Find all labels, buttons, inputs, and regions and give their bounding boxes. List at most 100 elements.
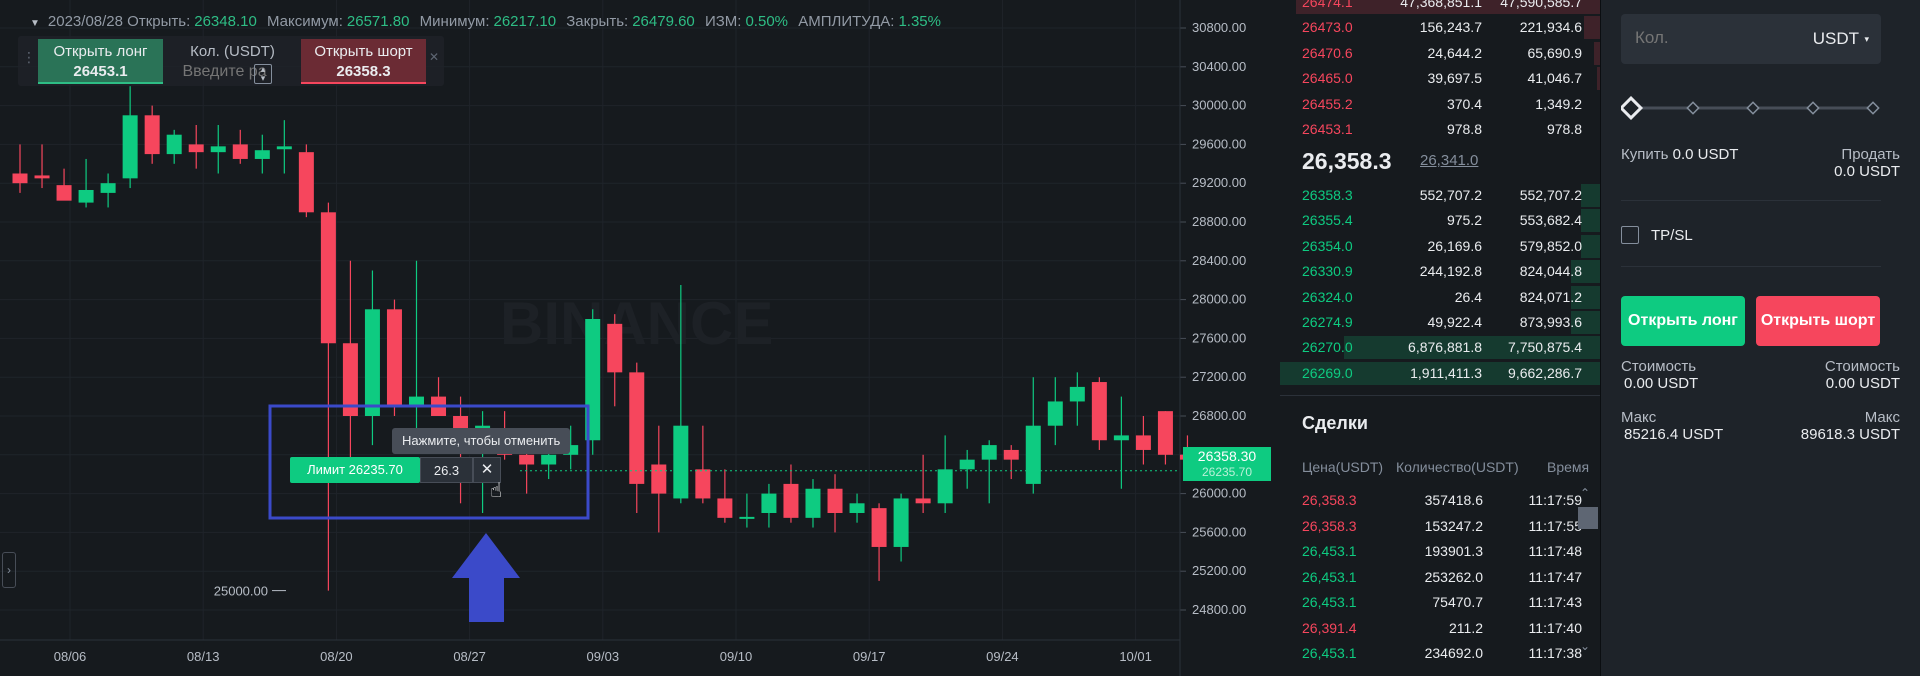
quick-open-long-button[interactable]: Открыть лонг 26453.1 <box>38 39 163 84</box>
ask-total: 47,590,585.7 <box>1500 0 1582 10</box>
candle-body[interactable] <box>717 498 733 518</box>
y-tick-label: 24800.00 <box>1192 602 1246 617</box>
scroll-up-icon[interactable]: ⌃ <box>1580 486 1590 500</box>
candle-body[interactable] <box>254 150 270 159</box>
ask-row[interactable]: 26455.2 370.4 1,349.2 <box>1280 92 1600 117</box>
candle-body[interactable] <box>937 469 953 504</box>
bid-row[interactable]: 26354.0 26,169.6 579,852.0 <box>1280 234 1600 259</box>
stepper-icon[interactable]: ▴ ▾ <box>254 64 272 84</box>
candle-body[interactable] <box>541 454 557 465</box>
candle-body[interactable] <box>695 469 711 499</box>
bid-row[interactable]: 26274.9 49,922.4 873,993.6 <box>1280 310 1600 335</box>
candle-body[interactable] <box>34 175 50 179</box>
candle-body[interactable] <box>144 115 160 155</box>
slider-step-25[interactable] <box>1686 101 1700 115</box>
ask-amount: 370.4 <box>1446 95 1482 112</box>
candle-body[interactable] <box>761 493 777 513</box>
candle-body[interactable] <box>1091 382 1107 441</box>
open-short-button[interactable]: Открыть шорт <box>1756 296 1880 346</box>
candle-body[interactable] <box>364 309 380 416</box>
leverage-slider[interactable] <box>1621 96 1881 120</box>
trade-qty: 75470.7 <box>1432 594 1483 610</box>
expand-sidebar-icon[interactable]: › <box>2 552 16 588</box>
bid-row[interactable]: 26324.0 26.4 824,071.2 <box>1280 285 1600 310</box>
quantity-input[interactable] <box>1635 28 1785 48</box>
slider-step-100[interactable] <box>1866 101 1880 115</box>
bid-row[interactable]: 26358.3 552,707.2 552,707.2 <box>1280 183 1600 208</box>
slider-handle[interactable] <box>1621 96 1644 120</box>
candle-body[interactable] <box>100 183 116 193</box>
ask-row[interactable]: 26470.6 24,644.2 65,690.9 <box>1280 41 1600 66</box>
candle-body[interactable] <box>1025 425 1041 484</box>
candle-body[interactable] <box>298 152 314 213</box>
bid-row[interactable]: 26270.0 6,876,881.8 7,750,875.4 <box>1280 335 1600 360</box>
mark-price[interactable]: 26,341.0 <box>1420 152 1478 169</box>
candle-body[interactable] <box>519 454 535 465</box>
slider-step-75[interactable] <box>1806 101 1820 115</box>
bid-price: 26269.0 <box>1302 364 1353 381</box>
recent-trades: Сделки Цена(USDT) Количество(USDT) Время… <box>1280 395 1600 676</box>
candlestick-chart[interactable]: 30800.00 30400.00 30000.00 29600.00 29200.00… <box>0 0 1280 676</box>
candle-body[interactable] <box>1003 449 1019 460</box>
candle-body[interactable] <box>166 134 182 155</box>
bid-row[interactable]: 26355.4 975.2 553,682.4 <box>1280 208 1600 233</box>
scrollbar-thumb[interactable] <box>1578 507 1598 529</box>
ask-row[interactable]: 26474.1 47,368,851.1 47,590,585.7 <box>1280 0 1600 15</box>
candle-body[interactable] <box>959 459 975 470</box>
candle-body[interactable] <box>320 212 336 344</box>
candle-body[interactable] <box>871 508 887 547</box>
candle-body[interactable] <box>827 488 843 513</box>
candle-body[interactable] <box>386 309 402 407</box>
chart-panel[interactable]: 30800.00 30400.00 30000.00 29600.00 29200.00… <box>0 0 1280 676</box>
candle-body[interactable] <box>915 498 931 504</box>
candle-body[interactable] <box>739 516 755 519</box>
candle-body[interactable] <box>56 185 72 201</box>
x-tick-label: 08/27 <box>453 649 486 664</box>
candle-body[interactable] <box>849 503 865 513</box>
candle-body[interactable] <box>673 425 689 499</box>
ask-row[interactable]: 26465.0 39,697.5 41,046.7 <box>1280 66 1600 91</box>
candle-body[interactable] <box>210 146 226 153</box>
candle-body[interactable] <box>1157 411 1173 455</box>
scroll-down-icon[interactable]: ⌄ <box>1580 639 1590 653</box>
candle-body[interactable] <box>12 173 28 184</box>
ask-row[interactable]: 26453.1 978.8 978.8 <box>1280 117 1600 142</box>
bid-total: 579,852.0 <box>1519 237 1582 254</box>
quantity-unit-select[interactable]: USDT <box>1813 29 1859 49</box>
candle-body[interactable] <box>188 144 204 153</box>
ask-row[interactable]: 26473.0 156,243.7 221,934.6 <box>1280 15 1600 40</box>
y-tick-label: 26000.00 <box>1192 486 1246 501</box>
candle-body[interactable] <box>1047 401 1063 426</box>
candle-body[interactable] <box>607 323 623 373</box>
limit-order-qty[interactable]: 26.3 <box>420 457 473 483</box>
y-tick-label: 28800.00 <box>1192 214 1246 229</box>
limit-order-tag[interactable]: Лимит 26235.70 <box>290 457 420 483</box>
candle-body[interactable] <box>1135 435 1151 450</box>
tpsl-checkbox[interactable] <box>1621 226 1639 244</box>
candle-body[interactable] <box>893 498 909 547</box>
quick-open-short-button[interactable]: Открыть шорт 26358.3 <box>301 39 426 84</box>
candle-body[interactable] <box>276 146 292 150</box>
quantity-field[interactable]: USDT ▾ <box>1621 14 1881 64</box>
chevron-down-icon[interactable]: ▾ <box>1864 34 1869 45</box>
tpsl-label[interactable]: TP/SL <box>1651 227 1693 244</box>
candle-body[interactable] <box>805 488 821 518</box>
candle-body[interactable] <box>1069 386 1085 402</box>
collapse-triangle-icon[interactable]: ▼ <box>30 18 40 29</box>
open-long-button[interactable]: Открыть лонг <box>1621 296 1745 346</box>
bid-row[interactable]: 26269.0 1,911,411.3 9,662,286.7 <box>1280 361 1600 386</box>
slider-step-50[interactable] <box>1746 101 1760 115</box>
ask-price: 26473.0 <box>1302 19 1353 36</box>
x-tick-label: 08/06 <box>54 649 87 664</box>
candle-body[interactable] <box>78 189 94 203</box>
candle-body[interactable] <box>1113 435 1129 441</box>
bid-row[interactable]: 26330.9 244,192.8 824,044.8 <box>1280 259 1600 284</box>
candle-body[interactable] <box>981 445 997 460</box>
candle-body[interactable] <box>629 372 645 484</box>
candle-body[interactable] <box>122 115 138 179</box>
candle-body[interactable] <box>651 464 667 494</box>
close-icon[interactable]: ✕ <box>429 50 439 64</box>
candle-body[interactable] <box>232 144 248 159</box>
candle-body[interactable] <box>783 483 799 518</box>
bid-total: 9,662,286.7 <box>1508 364 1582 381</box>
